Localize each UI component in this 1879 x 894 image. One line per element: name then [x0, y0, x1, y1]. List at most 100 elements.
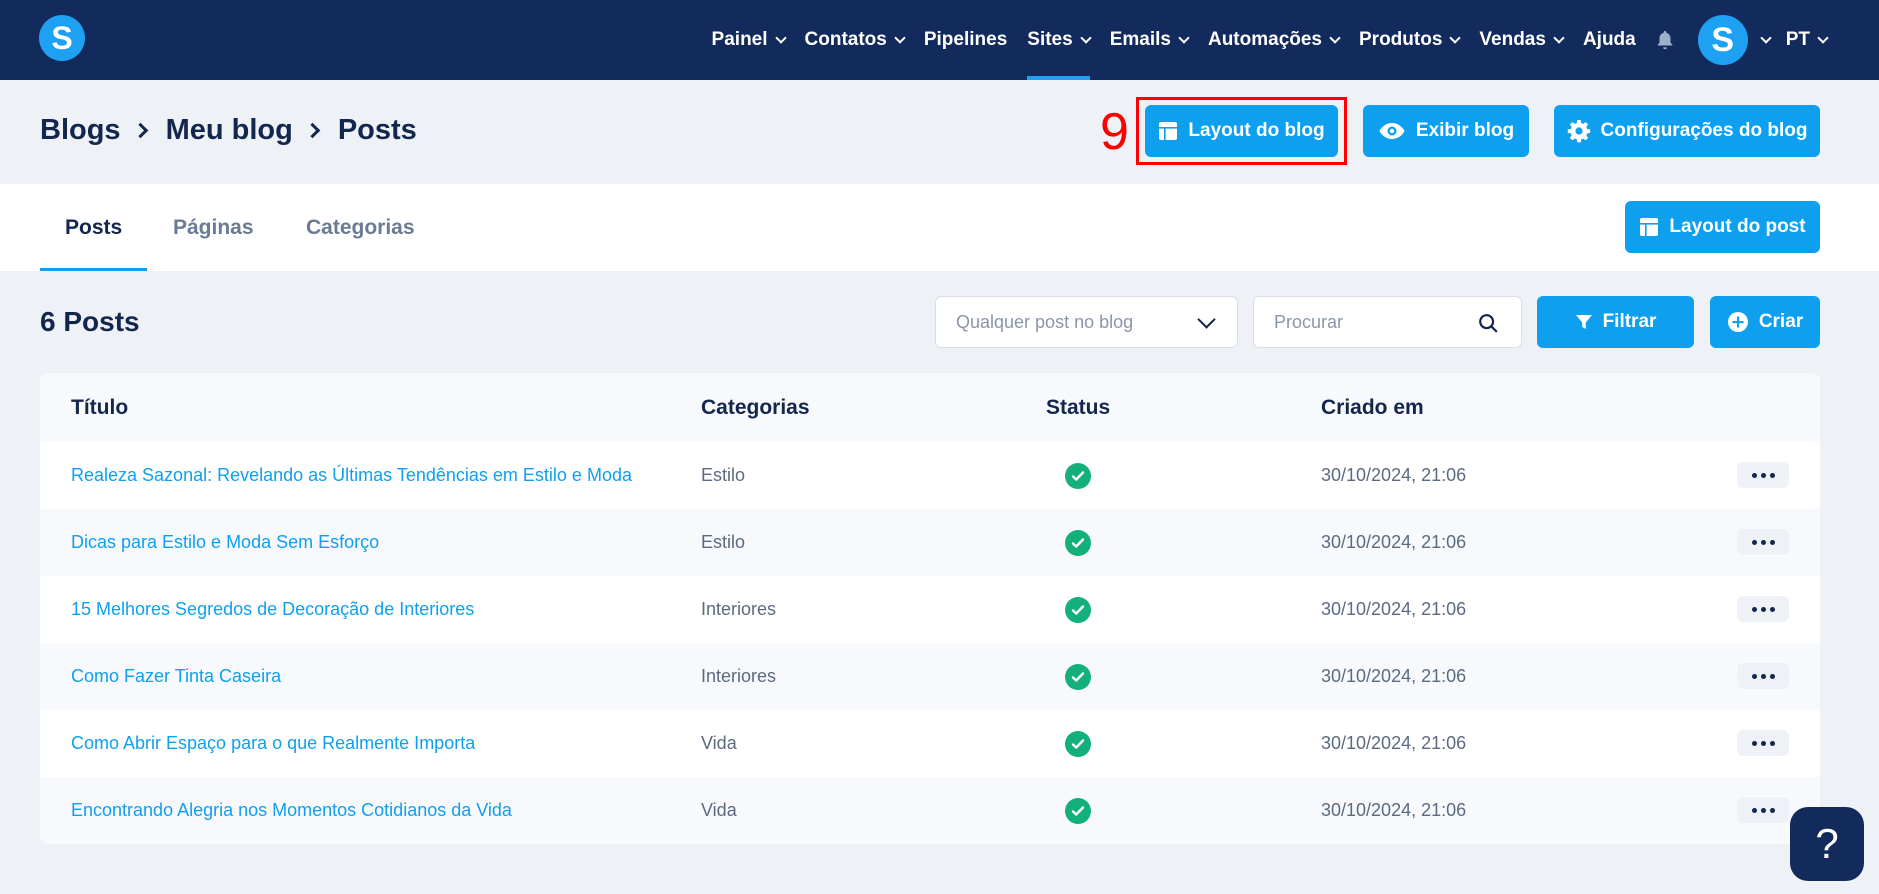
chevron-down-icon: [894, 31, 906, 44]
post-filter-select[interactable]: Qualquer post no blog: [935, 296, 1238, 348]
bell-icon[interactable]: [1654, 29, 1676, 51]
main-nav: Painel Contatos Pipelines Sites Emails A…: [702, 0, 1829, 80]
tab-categorias[interactable]: Categorias: [306, 184, 415, 271]
dot: [1769, 673, 1775, 679]
post-title-link[interactable]: Dicas para Estilo e Moda Sem Esforço: [71, 509, 379, 576]
nav-item-ajuda[interactable]: Ajuda: [1573, 0, 1646, 80]
chevron-down-icon: [1178, 31, 1190, 44]
table-row: Dicas para Estilo e Moda Sem Esforço Esti…: [40, 509, 1820, 576]
nav-item-pipelines[interactable]: Pipelines: [914, 0, 1017, 80]
breadcrumb-posts: Posts: [337, 114, 417, 146]
dot: [1760, 673, 1766, 679]
more-options-button[interactable]: [1737, 730, 1789, 756]
post-created-date: 30/10/2024, 21:06: [1321, 666, 1467, 686]
table-row: Encontrando Alegria nos Momentos Cotidia…: [40, 777, 1820, 844]
post-category: Interiores: [701, 666, 777, 686]
search-icon[interactable]: [1477, 312, 1499, 334]
posts-table: Título Categorias Status Criado em Reale…: [40, 373, 1820, 844]
post-created-date: 30/10/2024, 21:06: [1321, 599, 1467, 619]
post-title-link[interactable]: Realeza Sazonal: Revelando as Últimas Te…: [71, 442, 632, 509]
nav-item-produtos[interactable]: Produtos: [1349, 0, 1469, 80]
view-blog-button[interactable]: Exibir blog: [1363, 105, 1529, 157]
post-category: Estilo: [701, 532, 746, 552]
tabs-bar: Posts Páginas Categorias Layout do post: [0, 184, 1879, 271]
nav-label: Automações: [1207, 29, 1322, 50]
filter-button[interactable]: Filtrar: [1537, 296, 1694, 348]
more-options-button[interactable]: [1737, 529, 1789, 555]
column-header-created[interactable]: Criado em: [1321, 373, 1424, 442]
dot: [1769, 472, 1775, 478]
post-title-link[interactable]: Encontrando Alegria nos Momentos Cotidia…: [71, 777, 512, 844]
dot: [1769, 807, 1775, 813]
tab-paginas[interactable]: Páginas: [173, 184, 254, 271]
dot: [1751, 539, 1757, 545]
language-label: PT: [1785, 29, 1810, 50]
blog-settings-button[interactable]: Configurações do blog: [1554, 105, 1820, 157]
more-options-button[interactable]: [1737, 462, 1789, 488]
gear-icon: [1567, 119, 1591, 143]
check-circle-icon: [1065, 462, 1091, 489]
more-options-button[interactable]: [1737, 596, 1789, 622]
breadcrumb-meu-blog[interactable]: Meu blog: [166, 114, 293, 147]
post-created-date: 30/10/2024, 21:06: [1321, 465, 1467, 485]
status-cell: [1065, 643, 1091, 710]
post-title-link[interactable]: 15 Melhores Segredos de Decoração de Int…: [71, 576, 474, 643]
dot: [1751, 606, 1757, 612]
more-options-button[interactable]: [1737, 797, 1789, 823]
top-nav-bar: S Painel Contatos Pipelines Sites Emails…: [0, 0, 1879, 80]
dot: [1769, 539, 1775, 545]
dot: [1760, 539, 1766, 545]
nav-item-contatos[interactable]: Contatos: [795, 0, 914, 80]
chevron-down-icon: [774, 31, 787, 44]
breadcrumb: Blogs Meu blog Posts: [40, 114, 417, 147]
column-header-categories[interactable]: Categorias: [701, 373, 810, 442]
status-cell: [1065, 509, 1091, 576]
language-selector[interactable]: PT: [1782, 0, 1829, 80]
posts-count-title: 6 Posts: [40, 306, 140, 337]
layout-post-label: Layout do post: [1669, 216, 1806, 237]
search-input[interactable]: [1274, 311, 1464, 333]
status-cell: [1065, 710, 1091, 777]
nav-label: Produtos: [1359, 29, 1443, 50]
nav-label: Emails: [1109, 29, 1171, 50]
nav-item-painel[interactable]: Painel: [702, 0, 795, 80]
status-cell: [1065, 777, 1091, 844]
dot: [1751, 807, 1757, 813]
status-cell: [1065, 576, 1091, 643]
breadcrumb-blogs[interactable]: Blogs: [40, 114, 121, 147]
post-category: Vida: [701, 733, 737, 753]
status-cell: [1065, 442, 1091, 509]
nav-label: Pipelines: [923, 29, 1008, 50]
more-options-button[interactable]: [1737, 663, 1789, 689]
dot: [1769, 606, 1775, 612]
column-header-title[interactable]: Título: [71, 373, 128, 442]
nav-item-sites[interactable]: Sites: [1017, 0, 1099, 80]
filter-label: Filtrar: [1602, 311, 1657, 332]
tab-label: Categorias: [306, 215, 415, 239]
chevron-right-icon: [132, 122, 148, 139]
layout-post-button[interactable]: Layout do post: [1625, 201, 1820, 253]
dot: [1751, 740, 1757, 746]
table-header: Título Categorias Status Criado em: [40, 373, 1820, 442]
nav-item-vendas[interactable]: Vendas: [1469, 0, 1573, 80]
view-blog-label: Exibir blog: [1415, 120, 1515, 141]
nav-label: Ajuda: [1582, 29, 1636, 50]
avatar[interactable]: S: [1697, 15, 1748, 65]
post-title-link[interactable]: Como Abrir Espaço para o que Realmente I…: [71, 710, 475, 777]
check-circle-icon: [1065, 663, 1091, 690]
tab-posts[interactable]: Posts: [39, 184, 148, 271]
app-logo[interactable]: S: [39, 15, 85, 61]
create-button[interactable]: Criar: [1710, 296, 1820, 348]
nav-item-automacoes[interactable]: Automações: [1198, 0, 1349, 80]
chevron-down-icon[interactable]: [1760, 31, 1772, 44]
filter-icon: [1575, 313, 1593, 331]
tab-label: Posts: [65, 215, 123, 239]
dot: [1760, 740, 1766, 746]
post-title-link[interactable]: Como Fazer Tinta Caseira: [71, 643, 281, 710]
dot: [1760, 807, 1766, 813]
help-button[interactable]: ?: [1790, 807, 1864, 881]
column-header-status[interactable]: Status: [1046, 373, 1110, 442]
annotation-highlight-box: [1136, 97, 1347, 165]
chevron-down-icon: [1197, 310, 1216, 329]
nav-item-emails[interactable]: Emails: [1100, 0, 1198, 80]
